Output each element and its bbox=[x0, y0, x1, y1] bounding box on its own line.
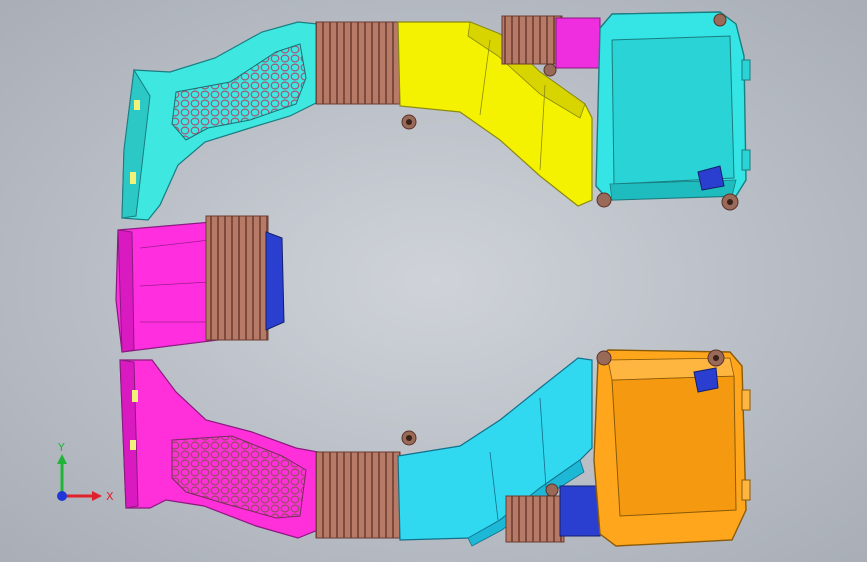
upper-intake-assembly[interactable] bbox=[121, 11, 751, 221]
triad-x-label: X bbox=[106, 490, 114, 503]
upper-bellows bbox=[315, 21, 401, 105]
cad-viewport[interactable]: Y X bbox=[0, 0, 867, 562]
middle-bellows bbox=[205, 215, 269, 341]
middle-intake-assembly[interactable] bbox=[115, 215, 285, 353]
middle-sensor[interactable] bbox=[265, 231, 285, 331]
triad-z-axis bbox=[57, 491, 67, 501]
lower-bellows bbox=[315, 451, 401, 539]
triad-y-label: Y bbox=[57, 441, 65, 454]
air-intake-assembly-model[interactable] bbox=[0, 0, 867, 562]
lower-intake-assembly[interactable] bbox=[119, 349, 751, 547]
lower-sensor[interactable] bbox=[693, 367, 719, 393]
coordinate-triad: Y X bbox=[57, 441, 114, 503]
